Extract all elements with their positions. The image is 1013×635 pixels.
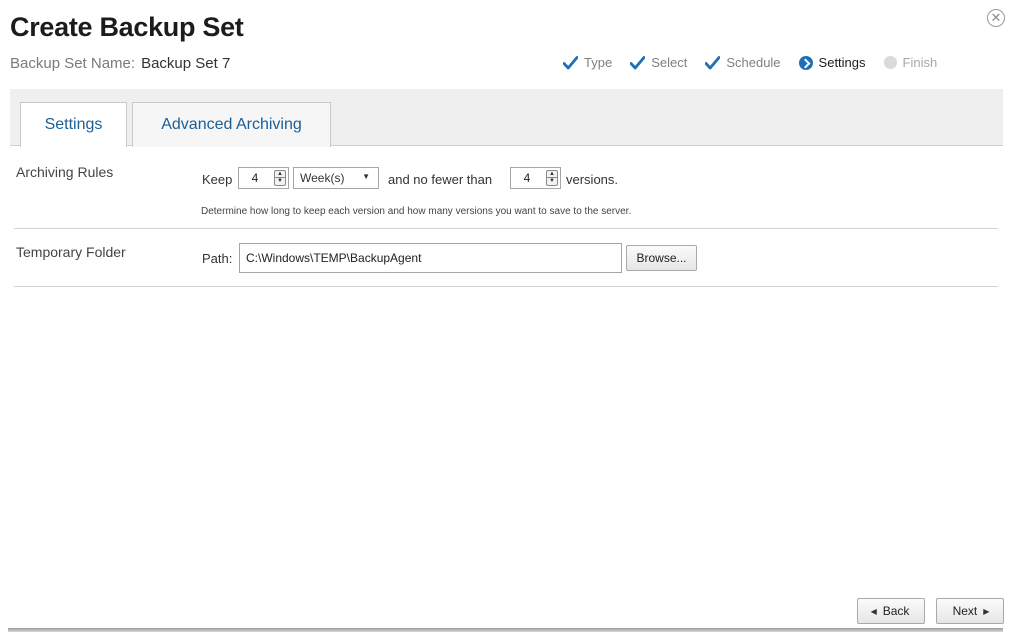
versions-stepper[interactable]: 4 ▲ ▼	[510, 167, 561, 189]
keep-unit-value: Week(s)	[300, 171, 345, 185]
keep-value: 4	[251, 171, 259, 185]
browse-button[interactable]: Browse...	[626, 245, 697, 271]
archiving-rules-label: Archiving Rules	[16, 164, 114, 180]
versions-label: versions.	[566, 172, 619, 187]
stepper-up-icon[interactable]: ▲	[547, 171, 557, 178]
step-label: Select	[651, 55, 688, 70]
keep-stepper[interactable]: 4 ▲ ▼	[238, 167, 289, 189]
next-button[interactable]: Next ▶	[936, 598, 1004, 624]
backup-set-name: Backup Set Name: Backup Set 7	[10, 55, 230, 72]
archiving-hint: Determine how long to keep each version …	[201, 206, 632, 217]
divider	[14, 228, 998, 229]
stepper-down-icon[interactable]: ▼	[275, 178, 285, 185]
arrow-circle-icon	[798, 55, 813, 70]
tab-settings[interactable]: Settings	[20, 102, 127, 147]
stepper-arrows[interactable]: ▲ ▼	[274, 170, 286, 186]
chevron-right-icon: ▶	[983, 606, 990, 616]
versions-value: 4	[523, 171, 531, 185]
step-label: Type	[584, 55, 613, 70]
path-label: Path:	[202, 251, 233, 266]
chevron-left-icon: ◀	[870, 606, 877, 616]
path-input[interactable]	[239, 243, 622, 273]
back-button[interactable]: ◀ Back	[857, 598, 925, 624]
step-label: Settings	[818, 55, 866, 70]
keep-label: Keep	[202, 172, 233, 187]
step-schedule: Schedule	[705, 55, 781, 70]
tab-bar: Settings Advanced Archiving	[10, 89, 1003, 147]
circle-icon	[883, 56, 897, 69]
stepper-arrows[interactable]: ▲ ▼	[546, 170, 558, 186]
check-icon	[705, 55, 721, 70]
close-icon[interactable]: ✕	[987, 9, 1005, 27]
back-button-label: Back	[882, 604, 910, 618]
check-icon	[563, 55, 578, 70]
keep-unit-select[interactable]: Week(s) ▼	[293, 167, 379, 189]
step-select: Select	[630, 55, 687, 70]
step-type: Type	[563, 55, 612, 70]
fewer-than-label: and no fewer than	[388, 172, 493, 187]
step-label: Schedule	[726, 55, 781, 70]
step-label: Finish	[902, 55, 938, 70]
step-finish: Finish	[883, 55, 938, 70]
backup-set-name-label: Backup Set Name:	[10, 55, 136, 72]
divider	[14, 286, 998, 287]
chevron-down-icon: ▼	[362, 172, 370, 181]
backup-set-name-value: Backup Set 7	[141, 55, 231, 72]
stepper-down-icon[interactable]: ▼	[547, 178, 557, 185]
next-button-label: Next	[952, 604, 978, 618]
bottom-shadow	[8, 628, 1003, 632]
create-backup-dialog: Create Backup Set ✕ Backup Set Name: Back…	[0, 0, 1013, 635]
stepper-up-icon[interactable]: ▲	[275, 171, 285, 178]
check-icon	[630, 55, 646, 70]
temporary-folder-label: Temporary Folder	[16, 244, 126, 260]
wizard-steps: Type Select Schedule Settings Finish	[563, 55, 937, 70]
step-settings: Settings	[798, 55, 866, 70]
page-title: Create Backup Set	[10, 12, 244, 42]
tab-advanced-archiving[interactable]: Advanced Archiving	[132, 102, 331, 147]
